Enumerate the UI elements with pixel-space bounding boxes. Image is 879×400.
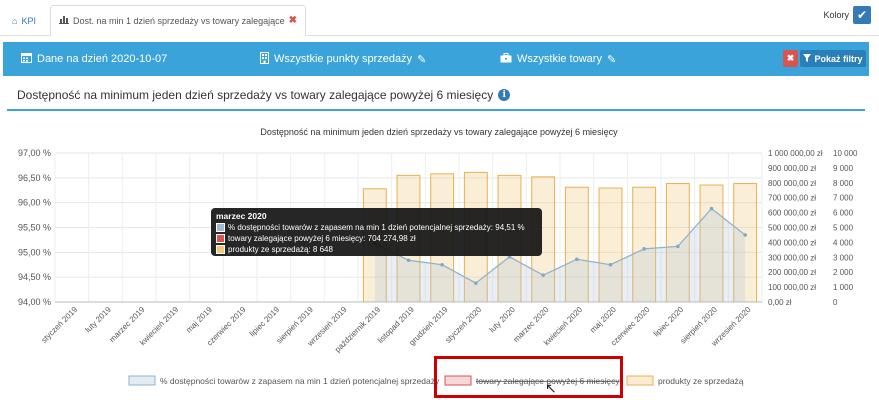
point-availability-9 bbox=[676, 244, 680, 249]
legend-swatch-0 bbox=[128, 375, 156, 386]
date-filter[interactable]: Dane na dzień 2020-10-07 bbox=[21, 42, 167, 76]
y-right-tick-label: 5 000 bbox=[833, 224, 854, 233]
kolory-checkbox[interactable]: ✔ bbox=[853, 6, 871, 24]
point-availability-2 bbox=[440, 262, 444, 267]
y-mid-tick-label: 1 000 000,00 zł bbox=[768, 149, 823, 158]
tooltip-line3: produkty ze sprzedażą: 8 648 bbox=[228, 245, 333, 254]
y-mid-tick-label: 700 000,00 zł bbox=[768, 194, 816, 203]
point-availability-6 bbox=[575, 257, 579, 262]
edit-icon[interactable]: ✎ bbox=[607, 53, 616, 66]
y-left-tick-label: 97,00 % bbox=[18, 148, 51, 158]
point-availability-7 bbox=[608, 262, 613, 267]
panel-divider bbox=[7, 109, 865, 111]
y-right-tick-label: 7 000 bbox=[833, 194, 854, 203]
points-filter[interactable]: Wszystkie punkty sprzedaży ✎ bbox=[260, 42, 426, 76]
y-left-tick-label: 96,00 % bbox=[18, 198, 51, 208]
filter-bar: Dane na dzień 2020-10-07 Wszystkie punkt… bbox=[3, 42, 869, 76]
show-filters-label: Pokaż filtry bbox=[814, 53, 863, 64]
edit-icon[interactable]: ✎ bbox=[417, 53, 426, 66]
y-right-tick-label: 10 000 bbox=[833, 149, 858, 158]
kolory-label: Kolory bbox=[823, 10, 849, 20]
tab-availability-label: Dost. na min 1 dzień sprzedaży vs towary… bbox=[73, 15, 285, 26]
chart-tooltip: marzec 2020 % dostępności towarów z zapa… bbox=[211, 208, 542, 256]
y-mid-tick-label: 200 000,00 zł bbox=[768, 268, 816, 277]
y-mid-tick-label: 300 000,00 zł bbox=[768, 253, 816, 262]
y-right-tick-label: 3 000 bbox=[833, 253, 854, 262]
y-right-tick-label: 2 000 bbox=[833, 268, 854, 277]
y-mid-tick-label: 100 000,00 zł bbox=[768, 283, 816, 292]
legend-label-2: produkty ze sprzedażą bbox=[658, 376, 744, 386]
point-availability-8 bbox=[642, 247, 646, 251]
tab-kpi-label: KPI bbox=[21, 15, 36, 26]
y-left-tick-label: 95,00 % bbox=[18, 247, 51, 257]
points-filter-label: Wszystkie punkty sprzedaży bbox=[274, 53, 413, 65]
clear-filters-button[interactable]: ✖ bbox=[783, 50, 798, 67]
building-icon bbox=[260, 51, 269, 67]
products-filter[interactable]: Wszystkie towary ✎ bbox=[500, 42, 616, 76]
y-mid-tick-label: 600 000,00 zł bbox=[768, 209, 816, 218]
x-tick-label: maj 2019 bbox=[184, 305, 214, 335]
tooltip-swatch-products bbox=[216, 245, 225, 254]
bar-chart-icon bbox=[59, 15, 69, 26]
tab-kpi[interactable]: ⌂ KPI bbox=[4, 5, 44, 36]
tooltip-title: marzec 2020 bbox=[216, 211, 267, 221]
legend-highlight-box bbox=[434, 356, 623, 398]
funnel-icon bbox=[803, 53, 812, 64]
date-filter-label: Dane na dzień 2020-10-07 bbox=[37, 53, 168, 65]
y-right-tick-label: 9 000 bbox=[833, 164, 854, 173]
point-availability-10 bbox=[709, 206, 714, 211]
products-filter-label: Wszystkie towary bbox=[517, 53, 602, 65]
tooltip-row-stock: towary zalegające powyżej 6 miesięcy: 70… bbox=[216, 233, 537, 244]
point-availability-3 bbox=[474, 281, 478, 285]
y-right-tick-label: 0 bbox=[833, 298, 838, 307]
tooltip-row-availability: % dostępności towarów z zapasem na min 1… bbox=[216, 222, 537, 233]
mouse-cursor-icon: ↖ bbox=[545, 380, 557, 396]
y-right-tick-label: 4 000 bbox=[833, 238, 854, 247]
x-tick-label: lipiec 2020 bbox=[652, 305, 686, 339]
calendar-icon bbox=[21, 52, 32, 66]
x-tick-label: styczeń 2019 bbox=[40, 305, 80, 345]
tooltip-swatch-stock bbox=[216, 234, 225, 243]
kolory-toggle[interactable]: Kolory ✔ bbox=[823, 6, 871, 24]
info-icon[interactable]: i bbox=[498, 89, 511, 101]
point-availability-11 bbox=[743, 233, 747, 237]
y-right-tick-label: 8 000 bbox=[833, 179, 854, 188]
y-right-tick-label: 6 000 bbox=[833, 209, 854, 218]
x-tick-label: maj 2020 bbox=[588, 305, 618, 335]
y-right-tick-label: 1 000 bbox=[833, 283, 854, 292]
x-tick-label: luty 2019 bbox=[84, 305, 114, 335]
panel-title-text: Dostępność na minimum jeden dzień sprzed… bbox=[17, 88, 494, 102]
y-mid-tick-label: 400 000,00 zł bbox=[768, 238, 816, 247]
y-mid-tick-label: 0,00 zł bbox=[768, 298, 792, 307]
panel-title: Dostępność na minimum jeden dzień sprzed… bbox=[17, 88, 511, 102]
point-availability-1 bbox=[406, 258, 411, 263]
show-filters-button[interactable]: Pokaż filtry bbox=[800, 50, 866, 67]
x-tick-label: lipiec 2019 bbox=[248, 305, 282, 339]
tooltip-row-products: produkty ze sprzedażą: 8 648 bbox=[216, 244, 537, 255]
tooltip-line1: % dostępności towarów z zapasem na min 1… bbox=[228, 223, 525, 232]
y-left-tick-label: 94,00 % bbox=[18, 297, 51, 307]
home-icon: ⌂ bbox=[12, 15, 18, 26]
point-availability-5 bbox=[541, 273, 545, 277]
y-mid-tick-label: 800 000,00 zł bbox=[768, 179, 816, 188]
y-left-tick-label: 94,50 % bbox=[18, 272, 51, 282]
y-left-tick-label: 96,50 % bbox=[18, 173, 51, 183]
tooltip-line2: towary zalegające powyżej 6 miesięcy: 70… bbox=[228, 234, 416, 243]
x-tick-label: styczeń 2020 bbox=[444, 305, 484, 345]
legend-label-0: % dostępności towarów z zapasem na min 1… bbox=[160, 376, 440, 386]
x-tick-label: luty 2020 bbox=[488, 305, 518, 335]
y-mid-tick-label: 900 000,00 zł bbox=[768, 164, 816, 173]
y-left-tick-label: 95,50 % bbox=[18, 223, 51, 233]
y-mid-tick-label: 500 000,00 zł bbox=[768, 224, 816, 233]
legend-swatch-2 bbox=[626, 375, 654, 386]
close-tab-icon[interactable]: ✖ bbox=[289, 15, 297, 26]
tab-bar: ⌂ KPI Dost. na min 1 dzień sprzedaży vs … bbox=[0, 0, 879, 36]
tab-availability-report[interactable]: Dost. na min 1 dzień sprzedaży vs towary… bbox=[50, 5, 306, 36]
chart-title: Dostępność na minimum jeden dzień sprzed… bbox=[260, 127, 618, 137]
briefcase-icon bbox=[500, 52, 512, 66]
tooltip-swatch-availability bbox=[216, 223, 225, 232]
